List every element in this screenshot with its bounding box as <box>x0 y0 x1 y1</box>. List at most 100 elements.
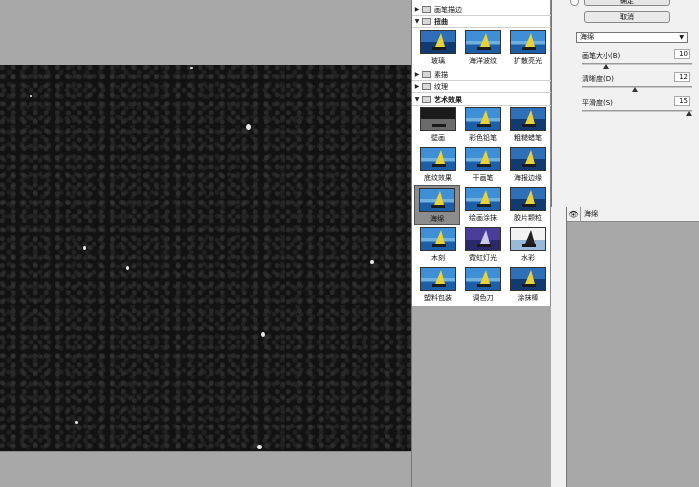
filter-thumb-smudge-stick[interactable]: 涂抹棒 <box>505 265 551 305</box>
brush-size-input[interactable]: 10 <box>674 49 690 59</box>
filter-label: 调色刀 <box>472 294 494 302</box>
ok-button[interactable]: 确定 <box>584 0 670 6</box>
filter-thumb-watercolor[interactable]: 水彩 <box>505 225 551 265</box>
filter-label: 涂抹棒 <box>517 294 539 302</box>
thumbnail-image <box>510 227 546 251</box>
folder-texture[interactable]: ▶ 纹理 <box>412 81 551 93</box>
smoothness-input[interactable]: 15 <box>674 96 690 106</box>
effect-layers-panel: 👁 海绵 <box>566 206 699 487</box>
filter-thumb-cutout[interactable]: 木刻 <box>415 225 461 265</box>
filter-thumb-palette-knife[interactable]: 调色刀 <box>460 265 506 305</box>
smoothness-slider[interactable] <box>582 110 692 116</box>
filter-gallery-list[interactable]: ▶ 画笔描边 ▼ 扭曲 玻璃 海洋波纹 扩散亮光 ▶ 素描 ▶ 纹理 ▼ 艺术效… <box>412 0 551 306</box>
texture-speck <box>190 67 193 69</box>
filter-thumb-plastic-wrap[interactable]: 塑料包装 <box>415 265 461 305</box>
thumbnail-image <box>510 107 546 131</box>
folder-distort[interactable]: ▼ 扭曲 <box>412 16 551 28</box>
thumbnail-image <box>510 147 546 171</box>
thumbnail-image <box>420 147 456 171</box>
filter-label: 胶片颗粒 <box>514 214 542 222</box>
filter-thumb-rough-pastels[interactable]: 粗糙蜡笔 <box>505 105 551 145</box>
filter-thumb-dry-brush[interactable]: 干画笔 <box>460 145 506 185</box>
cancel-button[interactable]: 取消 <box>584 11 670 23</box>
texture-speck <box>261 332 265 337</box>
filter-label: 彩色铅笔 <box>469 134 497 142</box>
texture-speck <box>83 246 86 250</box>
folder-label: 纹理 <box>434 82 448 91</box>
filter-select-value: 海绵 <box>580 33 594 41</box>
texture-speck <box>126 266 129 270</box>
thumbnail-image <box>420 107 456 131</box>
thumbnail-image <box>465 147 501 171</box>
definition-slider[interactable] <box>582 86 692 92</box>
slider-thumb[interactable] <box>632 87 638 92</box>
texture-speck <box>370 260 374 264</box>
filter-label: 绘画涂抹 <box>469 214 497 222</box>
folder-sketch[interactable]: ▶ 素描 <box>412 69 551 81</box>
collapsed-triangle-icon[interactable]: ▶ <box>412 71 422 78</box>
collapsed-triangle-icon[interactable]: ▶ <box>412 6 422 13</box>
preview-area <box>0 0 411 487</box>
filter-label: 水彩 <box>521 254 535 262</box>
filter-label: 木刻 <box>431 254 445 262</box>
filter-thumb-poster-edges[interactable]: 海报边缘 <box>505 145 551 185</box>
panel-gutter <box>551 207 566 487</box>
folder-label: 画笔描边 <box>434 5 462 14</box>
texture-speck <box>257 445 262 449</box>
texture-speck <box>75 421 78 424</box>
filter-gallery: ▶ 画笔描边 ▼ 扭曲 玻璃 海洋波纹 扩散亮光 ▶ 素描 ▶ 纹理 ▼ 艺术效… <box>411 0 551 487</box>
collapsed-triangle-icon[interactable]: ▶ <box>412 83 422 90</box>
thumbnail-image <box>510 30 546 54</box>
slider-thumb[interactable] <box>686 111 692 116</box>
filter-thumb-film-grain[interactable]: 胶片颗粒 <box>505 185 551 225</box>
filter-thumb-paint-daubs[interactable]: 绘画涂抹 <box>460 185 506 225</box>
brush-size-slider[interactable] <box>582 63 692 69</box>
thumbnail-image <box>465 227 501 251</box>
definition-input[interactable]: 12 <box>674 72 690 82</box>
preview-canvas[interactable] <box>0 65 411 451</box>
thumbnail-image <box>419 188 455 212</box>
folder-icon <box>422 71 431 78</box>
filter-select[interactable]: 海绵 ▼ <box>576 32 688 43</box>
filter-thumb-colored-pencil[interactable]: 彩色铅笔 <box>460 105 506 145</box>
brush-size-label: 画笔大小(B) <box>582 52 621 60</box>
folder-icon <box>422 96 431 103</box>
thumbnail-image <box>465 107 501 131</box>
effect-layer-row[interactable]: 👁 海绵 <box>567 206 699 222</box>
expanded-triangle-icon[interactable]: ▼ <box>412 96 422 103</box>
slider-thumb[interactable] <box>603 64 609 69</box>
definition-label: 清晰度(D) <box>582 75 614 83</box>
thumbnail-image <box>465 267 501 291</box>
filter-label: 粗糙蜡笔 <box>514 134 542 142</box>
texture-speck <box>30 95 32 97</box>
folder-icon <box>422 6 431 13</box>
eye-icon[interactable]: 👁 <box>567 206 581 222</box>
filter-label: 扩散亮光 <box>514 57 542 65</box>
panel-knob <box>570 0 579 6</box>
effect-layer-name: 海绵 <box>584 210 598 218</box>
filter-label: 海绵 <box>430 215 444 223</box>
filter-thumb-ocean-ripple[interactable]: 海洋波纹 <box>460 28 506 68</box>
folder-label: 扭曲 <box>434 17 448 26</box>
folder-brush-strokes[interactable]: ▶ 画笔描边 <box>412 4 551 16</box>
filter-thumb-neon-glow[interactable]: 霓虹灯光 <box>460 225 506 265</box>
preview-divider <box>0 451 411 452</box>
smoothness-label: 平滑度(S) <box>582 99 613 107</box>
thumbnail-image <box>465 30 501 54</box>
filter-label: 塑料包装 <box>424 294 452 302</box>
folder-label: 素描 <box>434 70 448 79</box>
filter-label: 海洋波纹 <box>469 57 497 65</box>
filter-label: 海报边缘 <box>514 174 542 182</box>
filter-thumb-fresco[interactable]: 壁画 <box>415 105 461 145</box>
filter-thumb-glass[interactable]: 玻璃 <box>415 28 461 68</box>
filter-label: 底纹效果 <box>424 174 452 182</box>
thumbnail-image <box>510 187 546 211</box>
filter-thumb-diffuse-glow[interactable]: 扩散亮光 <box>505 28 551 68</box>
texture-speck <box>246 124 251 130</box>
expanded-triangle-icon[interactable]: ▼ <box>412 18 422 25</box>
folder-icon <box>422 83 431 90</box>
filter-label: 壁画 <box>431 134 445 142</box>
folder-label: 艺术效果 <box>434 95 462 104</box>
filter-thumb-sponge[interactable]: 海绵 <box>414 185 460 225</box>
filter-thumb-underpainting[interactable]: 底纹效果 <box>415 145 461 185</box>
